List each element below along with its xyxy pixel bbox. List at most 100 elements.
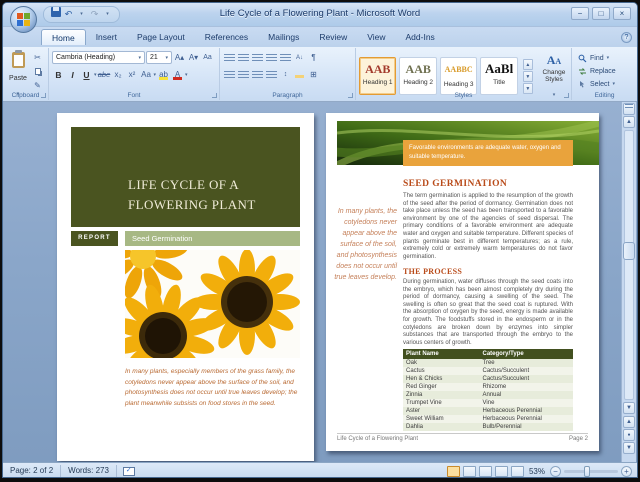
zoom-level[interactable]: 53% — [527, 467, 547, 476]
tab-review[interactable]: Review — [309, 29, 357, 45]
redo-button[interactable]: ↷ — [89, 7, 100, 22]
tab-home[interactable]: Home — [41, 29, 86, 45]
font-color-dropdown-arrow[interactable]: ▾ — [185, 72, 188, 78]
font-dialog-launcher[interactable] — [212, 93, 217, 98]
sort-button[interactable]: A↓ — [293, 51, 306, 64]
align-center-button[interactable] — [237, 68, 250, 81]
underline-button[interactable]: U — [80, 68, 93, 81]
subscript-button[interactable]: x₂ — [112, 68, 125, 81]
qat-customize-button[interactable]: ▾ — [102, 7, 113, 22]
highlight-button[interactable]: ab — [157, 68, 170, 81]
tab-references[interactable]: References — [195, 29, 258, 45]
replace-button[interactable]: Replace — [578, 65, 616, 77]
font-color-button[interactable]: A — [171, 68, 184, 81]
plant-category: Rhizome — [480, 383, 574, 391]
office-button[interactable] — [10, 6, 37, 33]
style-heading-2[interactable]: AAB Heading 2 — [399, 57, 436, 95]
styles-scroll-up-button[interactable]: ▲ — [523, 59, 533, 70]
plant-table-header-name: Plant Name — [403, 349, 480, 359]
bold-button[interactable]: B — [52, 68, 65, 81]
line-spacing-button[interactable]: ↕ — [279, 68, 292, 81]
shrink-font-button[interactable]: A▾ — [187, 51, 200, 64]
zoom-out-button[interactable]: − — [550, 466, 561, 477]
paragraph-group: A↓ ¶ ↕ ⊞ Paragraph — [220, 48, 356, 100]
save-button[interactable] — [50, 7, 61, 22]
help-icon[interactable]: ? — [621, 32, 632, 43]
style-title[interactable]: AaBl Title — [480, 57, 517, 95]
zoom-slider-thumb[interactable] — [584, 466, 590, 477]
page-2[interactable]: Favorable environments are adequate wate… — [326, 113, 599, 451]
scrollbar-thumb[interactable] — [623, 242, 635, 260]
plant-table-header-row: Plant Name Category/Type — [403, 349, 573, 359]
style-heading-3[interactable]: AABBC Heading 3 — [440, 57, 477, 95]
strikethrough-button[interactable]: abe — [98, 68, 111, 81]
align-left-icon — [224, 71, 235, 79]
find-button[interactable]: Find ▾ — [578, 52, 616, 64]
draft-view-button[interactable] — [511, 466, 524, 477]
select-button[interactable]: Select ▾ — [578, 78, 616, 90]
print-layout-view-button[interactable] — [447, 466, 460, 477]
shading-button[interactable] — [293, 68, 306, 81]
font-size-dropdown-arrow[interactable]: ▾ — [165, 55, 168, 61]
tab-page-layout[interactable]: Page Layout — [127, 29, 195, 45]
tab-insert[interactable]: Insert — [86, 29, 127, 45]
underline-dropdown-arrow[interactable]: ▾ — [94, 72, 97, 78]
styles-dialog-launcher[interactable] — [564, 93, 569, 98]
tab-add-ins[interactable]: Add-Ins — [396, 29, 445, 45]
cut-button[interactable]: ✂ — [31, 51, 44, 64]
full-screen-reading-view-button[interactable] — [463, 466, 476, 477]
close-button[interactable]: × — [613, 7, 631, 20]
page-footer: Life Cycle of a Flowering Plant Page 2 — [337, 433, 588, 442]
scroll-down-button[interactable]: ▼ — [623, 402, 635, 414]
align-right-button[interactable] — [251, 68, 264, 81]
multilevel-list-button[interactable] — [251, 51, 264, 64]
undo-dropdown-arrow[interactable]: ▾ — [76, 7, 87, 22]
italic-button[interactable]: I — [66, 68, 79, 81]
styles-scroll-down-button[interactable]: ▼ — [523, 71, 533, 82]
bullets-button[interactable] — [223, 51, 236, 64]
align-left-button[interactable] — [223, 68, 236, 81]
font-size-combo[interactable]: 21 ▾ — [146, 51, 172, 64]
numbering-button[interactable] — [237, 51, 250, 64]
show-formatting-button[interactable]: ¶ — [307, 51, 320, 64]
minimize-button[interactable]: − — [571, 7, 589, 20]
style-title-label: Title — [481, 79, 516, 86]
web-layout-view-button[interactable] — [479, 466, 492, 477]
decrease-indent-button[interactable] — [265, 51, 278, 64]
increase-indent-button[interactable] — [279, 51, 292, 64]
scrollbar-track[interactable] — [624, 130, 634, 400]
browse-object-button[interactable]: ● — [623, 429, 635, 441]
vertical-scrollbar[interactable]: ▲ ▼ ▲ ● ▼ — [621, 102, 636, 462]
format-painter-button[interactable]: ✎ — [31, 79, 44, 92]
copy-button[interactable] — [31, 65, 44, 78]
superscript-button[interactable]: x² — [126, 68, 139, 81]
clear-formatting-button[interactable]: Aa — [201, 51, 214, 64]
proofing-status-icon[interactable] — [123, 467, 135, 476]
page-1[interactable]: LIFE CYCLE OF A FLOWERING PLANT REPORT S… — [57, 113, 314, 461]
tab-mailings[interactable]: Mailings — [258, 29, 309, 45]
previous-page-button[interactable]: ▲ — [623, 416, 635, 428]
grow-font-button[interactable]: A▴ — [173, 51, 186, 64]
page-indicator[interactable]: Page: 2 of 2 — [3, 465, 61, 477]
justify-icon — [266, 71, 277, 79]
borders-button[interactable]: ⊞ — [307, 68, 320, 81]
font-name-dropdown-arrow[interactable]: ▾ — [138, 55, 141, 61]
outline-view-button[interactable] — [495, 466, 508, 477]
ruler-toggle-button[interactable] — [623, 103, 635, 115]
change-case-dropdown-arrow[interactable]: ▾ — [154, 72, 157, 78]
word-count[interactable]: Words: 273 — [61, 465, 117, 477]
change-case-button[interactable]: Aa — [140, 68, 153, 81]
justify-button[interactable] — [265, 68, 278, 81]
paragraph-dialog-launcher[interactable] — [348, 93, 353, 98]
undo-button[interactable]: ↶ — [63, 7, 74, 22]
zoom-slider[interactable] — [564, 470, 618, 473]
style-heading-1[interactable]: AAB Heading 1 — [359, 57, 396, 95]
next-page-button[interactable]: ▼ — [623, 442, 635, 454]
font-name-combo[interactable]: Cambria (Heading) ▾ — [52, 51, 145, 64]
scroll-up-button[interactable]: ▲ — [623, 116, 635, 128]
clipboard-dialog-launcher[interactable] — [41, 93, 46, 98]
paste-button[interactable]: Paste ▾ — [6, 51, 30, 93]
restore-button[interactable]: □ — [592, 7, 610, 20]
tab-view[interactable]: View — [357, 29, 395, 45]
zoom-in-button[interactable]: + — [621, 466, 632, 477]
